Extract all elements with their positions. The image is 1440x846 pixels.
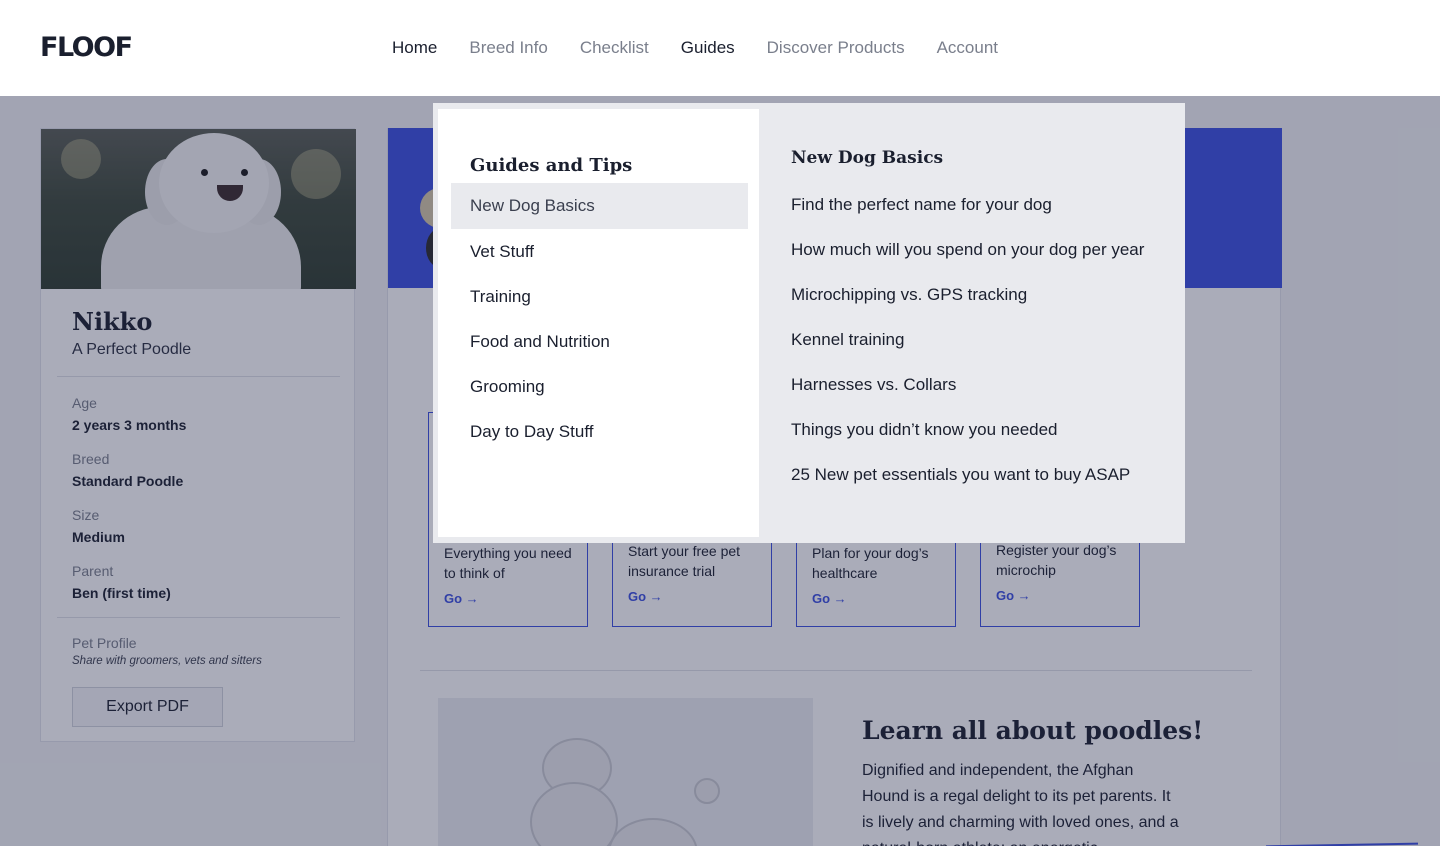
category-day-to-day[interactable]: Day to Day Stuff bbox=[451, 409, 748, 455]
nav-discover-products[interactable]: Discover Products bbox=[767, 38, 905, 58]
guide-link-microchipping[interactable]: Microchipping vs. GPS tracking bbox=[791, 285, 1027, 305]
floof-logo[interactable]: FLOOF bbox=[40, 32, 133, 63]
site-header: FLOOF Home Breed Info Checklist Guides D… bbox=[0, 0, 1440, 96]
category-training[interactable]: Training bbox=[451, 274, 748, 320]
category-grooming[interactable]: Grooming bbox=[451, 364, 748, 410]
category-food-nutrition[interactable]: Food and Nutrition bbox=[451, 319, 748, 365]
guide-link-dog-name[interactable]: Find the perfect name for your dog bbox=[791, 195, 1052, 215]
category-new-dog-basics[interactable]: New Dog Basics bbox=[451, 183, 748, 229]
guide-link-harnesses[interactable]: Harnesses vs. Collars bbox=[791, 375, 956, 395]
guide-link-kennel-training[interactable]: Kennel training bbox=[791, 330, 904, 350]
guide-link-spend-per-year[interactable]: How much will you spend on your dog per … bbox=[791, 240, 1144, 260]
nav-home[interactable]: Home bbox=[392, 38, 437, 58]
guide-link-things-needed[interactable]: Things you didn’t know you needed bbox=[791, 420, 1058, 440]
nav-account[interactable]: Account bbox=[937, 38, 998, 58]
dropdown-heading: Guides and Tips bbox=[470, 155, 633, 176]
guides-category-panel: Guides and Tips New Dog Basics Vet Stuff… bbox=[438, 109, 759, 537]
guides-dropdown: Guides and Tips New Dog Basics Vet Stuff… bbox=[433, 103, 1185, 543]
selected-category-heading: New Dog Basics bbox=[791, 148, 944, 168]
nav-breed-info[interactable]: Breed Info bbox=[469, 38, 547, 58]
nav-checklist[interactable]: Checklist bbox=[580, 38, 649, 58]
guide-link-pet-essentials[interactable]: 25 New pet essentials you want to buy AS… bbox=[791, 465, 1130, 485]
main-nav: Home Breed Info Checklist Guides Discove… bbox=[392, 38, 1030, 58]
nav-guides[interactable]: Guides bbox=[681, 38, 735, 58]
category-vet-stuff[interactable]: Vet Stuff bbox=[451, 229, 748, 275]
